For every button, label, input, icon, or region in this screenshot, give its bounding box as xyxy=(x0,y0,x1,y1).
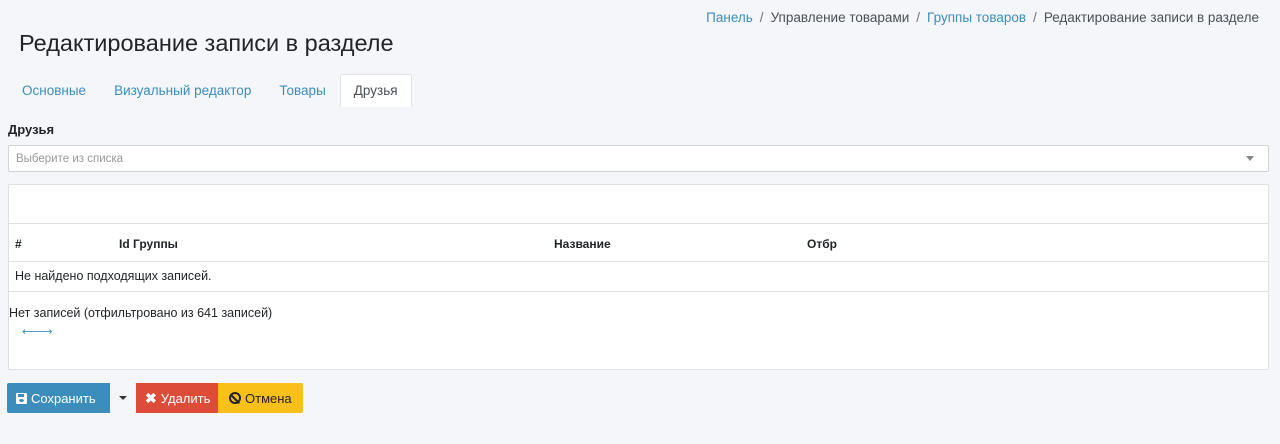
friends-select-placeholder: Выберите из списка xyxy=(16,152,124,165)
breadcrumb-separator: / xyxy=(759,10,764,25)
horizontal-scroll-icon[interactable]: ⟵⟶ xyxy=(22,325,53,338)
column-header-number[interactable]: # xyxy=(15,237,22,251)
breadcrumb-item-panel[interactable]: Панель xyxy=(706,10,753,25)
close-icon: ✖ xyxy=(145,389,157,406)
delete-button-label: Удалить xyxy=(160,390,211,406)
table-info: Нет записей (отфильтровано из 641 записе… xyxy=(9,306,273,320)
form-actions: Сохранить ✖ Удалить Отмена xyxy=(7,383,303,413)
friends-field-label: Друзья xyxy=(8,122,55,137)
column-header-selection[interactable]: Отбр xyxy=(807,237,837,251)
page-title: Редактирование записи в разделе xyxy=(19,30,394,56)
caret-down-icon xyxy=(119,396,127,400)
save-button[interactable]: Сохранить xyxy=(7,383,110,413)
ban-icon xyxy=(229,392,241,404)
breadcrumb-item-product-management: Управление товарами xyxy=(770,10,910,25)
column-header-name[interactable]: Название xyxy=(554,237,611,251)
save-button-label: Сохранить xyxy=(31,390,96,406)
table-header: # Id Группы Название Отбр xyxy=(9,224,1268,262)
save-options-dropdown-button[interactable] xyxy=(110,383,136,413)
table-empty-row: Не найдено подходящих записей. xyxy=(9,262,1268,292)
tab-bar: Основные Визуальный редактор Товары Друз… xyxy=(8,74,1269,107)
table-toolbar xyxy=(9,185,1268,224)
tab-main[interactable]: Основные xyxy=(8,74,100,107)
friends-select[interactable]: Выберите из списка xyxy=(8,145,1269,172)
breadcrumb: Панель / Управление товарами / Группы то… xyxy=(706,10,1259,25)
delete-button[interactable]: ✖ Удалить xyxy=(136,383,218,413)
tab-visual-editor[interactable]: Визуальный редактор xyxy=(100,74,265,107)
friends-table-panel: # Id Группы Название Отбр Не найдено под… xyxy=(8,184,1269,370)
tab-friends[interactable]: Друзья xyxy=(339,74,412,107)
cancel-button[interactable]: Отмена xyxy=(218,383,303,413)
chevron-down-icon[interactable] xyxy=(1246,156,1254,161)
breadcrumb-item-current: Редактирование записи в разделе xyxy=(1043,10,1259,25)
cancel-button-label: Отмена xyxy=(245,390,292,406)
column-header-group-id[interactable]: Id Группы xyxy=(119,237,178,251)
breadcrumb-separator: / xyxy=(1033,10,1037,25)
breadcrumb-item-product-groups[interactable]: Группы товаров xyxy=(927,10,1026,25)
floppy-disk-icon xyxy=(16,392,27,404)
breadcrumb-separator: / xyxy=(916,10,921,25)
tab-products[interactable]: Товары xyxy=(265,74,339,107)
